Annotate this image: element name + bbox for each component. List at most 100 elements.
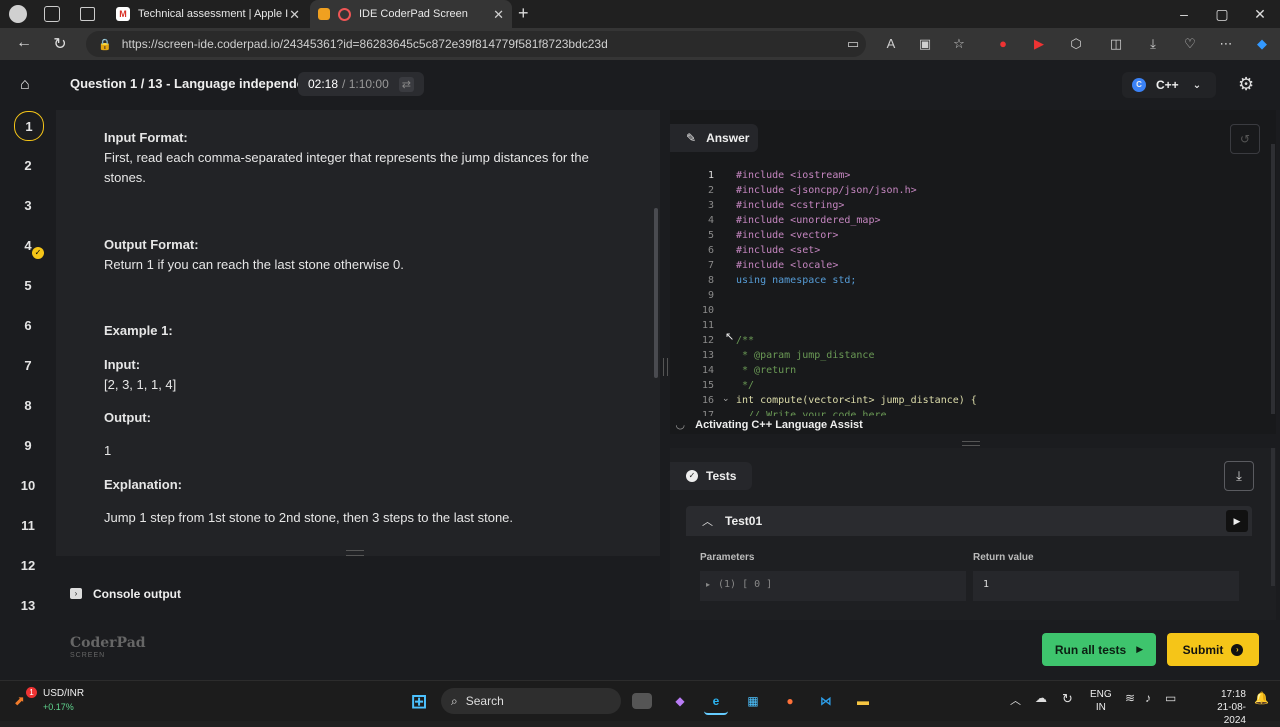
question-1[interactable]: 1 <box>14 111 44 141</box>
onedrive-icon[interactable]: ☁ <box>1035 691 1047 705</box>
notifications-icon[interactable]: 🔔 <box>1254 691 1269 705</box>
fold-chevron-icon[interactable]: ⌄ <box>722 393 730 404</box>
swap-icon[interactable]: ⇄ <box>398 76 414 92</box>
question-3[interactable]: 3 <box>14 191 42 219</box>
run-all-tests-button[interactable]: Run all tests ▶ <box>1042 633 1156 666</box>
clock[interactable]: 17:18 21-08-2024 <box>1198 688 1246 727</box>
browser-essentials-icon[interactable]: ♡ <box>1182 36 1198 52</box>
ticker-widget[interactable]: ⬈ 1 USD/INR +0.17% <box>14 687 94 717</box>
code-line[interactable]: #include <cstring> <box>736 198 844 213</box>
immersive-reader-icon[interactable]: ▣ <box>917 36 933 52</box>
code-line[interactable]: #include <unordered_map> <box>736 213 881 228</box>
question-5[interactable]: 5 <box>14 271 42 299</box>
tests-scrollbar[interactable] <box>1271 448 1275 586</box>
refresh-icon[interactable]: ↻ <box>50 34 70 54</box>
coderpad-icon <box>338 7 351 21</box>
code-line[interactable]: #include <set> <box>736 243 820 258</box>
code-line[interactable]: */ <box>736 378 754 393</box>
question-10[interactable]: 10 <box>14 471 42 499</box>
close-window-icon[interactable]: ✕ <box>1250 6 1270 23</box>
question-7[interactable]: 7 <box>14 351 42 379</box>
question-9[interactable]: 9 <box>14 431 42 459</box>
code-line[interactable]: #include <vector> <box>736 228 838 243</box>
question-11[interactable]: 11 <box>14 511 42 539</box>
extension-youtube-icon[interactable]: ▶ <box>1031 36 1047 52</box>
sync-icon[interactable]: ↻ <box>1062 691 1073 707</box>
edge-icon[interactable]: e <box>704 689 728 715</box>
coderpad-logo-sub: SCREEN <box>70 652 106 659</box>
parameter-input[interactable]: ▸ (1) [ 0 ] <box>700 571 966 601</box>
code-line[interactable]: // Write your code here <box>736 408 886 416</box>
resize-handle[interactable] <box>346 550 364 556</box>
minimize-icon[interactable]: – <box>1174 6 1194 22</box>
code-line[interactable]: #include <iostream> <box>736 168 850 183</box>
question-2[interactable]: 2 <box>14 151 42 179</box>
language-indicator[interactable]: ENG IN <box>1090 688 1112 714</box>
line-number: 1 <box>707 170 714 181</box>
language-selector[interactable]: C C++ ⌄ <box>1122 72 1216 98</box>
home-icon[interactable]: ⌂ <box>20 76 30 94</box>
editor-scrollbar[interactable] <box>1271 144 1275 414</box>
code-line[interactable]: * @param jump_distance <box>736 348 874 363</box>
copilot-icon[interactable]: ◆ <box>1254 36 1270 52</box>
new-tab-button[interactable]: + <box>518 3 529 24</box>
profile-avatar[interactable] <box>9 5 27 23</box>
battery-icon[interactable]: ▭ <box>1165 691 1176 705</box>
wifi-icon[interactable]: ≋ <box>1125 691 1135 705</box>
completed-check-icon: ✓ <box>32 247 44 259</box>
taskbar-search[interactable]: ⌕ Search <box>441 688 621 714</box>
firefox-icon[interactable]: ● <box>778 689 802 713</box>
downloads-icon[interactable]: ⤓ <box>1145 36 1161 52</box>
code-line[interactable]: int compute(vector<int> jump_distance) { <box>736 393 977 408</box>
submit-button[interactable]: Submit › <box>1167 633 1259 666</box>
copilot-taskbar-icon[interactable]: ◆ <box>668 689 692 713</box>
file-explorer-icon[interactable]: ▬ <box>851 689 875 713</box>
camera-icon[interactable]: ▭ <box>845 36 861 52</box>
read-aloud-icon[interactable]: A <box>883 36 899 52</box>
tray-chevron-icon[interactable]: ︿ <box>1010 692 1021 708</box>
question-12[interactable]: 12 <box>14 551 42 579</box>
back-icon[interactable]: ← <box>14 34 34 52</box>
test-case-header[interactable]: ︿ Test01 ▶ <box>686 506 1252 536</box>
tab-actions-icon[interactable] <box>80 7 95 21</box>
close-tab-icon[interactable]: ✕ <box>289 7 300 23</box>
store-icon[interactable]: ▦ <box>741 689 765 713</box>
tab-gmail[interactable]: M Technical assessment | Apple Ind ✕ <box>108 0 308 28</box>
question-13[interactable]: 13 <box>14 591 42 619</box>
question-6[interactable]: 6 <box>14 311 42 339</box>
code-line[interactable]: /** <box>736 333 754 348</box>
workspaces-icon[interactable] <box>44 6 60 22</box>
answer-tab[interactable]: ✎ Answer <box>670 124 758 152</box>
tab-coderpad[interactable]: IDE CoderPad Screen ✕ <box>310 0 512 28</box>
download-tests-button[interactable]: ⤓ <box>1224 461 1254 491</box>
favorite-icon[interactable]: ☆ <box>951 36 967 52</box>
code-line[interactable]: #include <locale> <box>736 258 838 273</box>
example-label: Example 1: <box>104 323 173 338</box>
settings-gear-icon[interactable]: ⚙ <box>1238 74 1254 95</box>
code-line[interactable]: #include <jsoncpp/json/json.h> <box>736 183 917 198</box>
volume-icon[interactable]: ♪ <box>1145 691 1151 705</box>
lang-primary: ENG <box>1090 689 1112 700</box>
extensions-icon[interactable]: ⬡ <box>1068 36 1084 52</box>
close-tab-icon[interactable]: ✕ <box>493 7 504 23</box>
more-icon[interactable]: ⋯ <box>1218 36 1234 52</box>
question-4[interactable]: 4 ✓ <box>14 231 44 259</box>
run-test-button[interactable]: ▶ <box>1226 510 1248 532</box>
windows-start-icon[interactable]: ⊞ <box>407 689 431 713</box>
vscode-icon[interactable]: ⋈ <box>814 689 838 713</box>
task-view-icon[interactable] <box>632 693 652 709</box>
url-bar[interactable]: 🔒 https://screen-ide.coderpad.io/2434536… <box>86 31 866 57</box>
console-output-tab[interactable]: › Console output <box>56 578 660 610</box>
vertical-splitter[interactable] <box>663 358 668 376</box>
return-value-input[interactable]: 1 <box>973 571 1239 601</box>
code-line[interactable]: * @return <box>736 363 796 378</box>
editor-resize-handle[interactable] <box>962 441 980 446</box>
tests-tab[interactable]: ✓ Tests <box>670 462 752 490</box>
extension-red-icon[interactable]: ● <box>995 36 1011 52</box>
code-line[interactable]: using namespace std; <box>736 273 856 288</box>
reset-code-button[interactable]: ↺ <box>1230 124 1260 154</box>
question-8[interactable]: 8 <box>14 391 42 419</box>
maximize-icon[interactable]: ▢ <box>1212 6 1232 23</box>
split-screen-icon[interactable]: ◫ <box>1108 36 1124 52</box>
question-scrollbar[interactable] <box>654 208 658 378</box>
